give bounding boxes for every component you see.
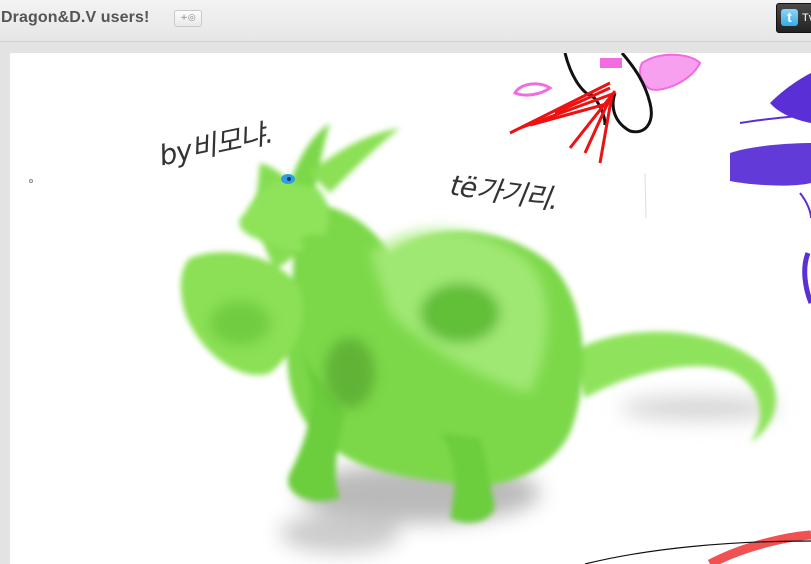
plus-one-button[interactable]: +◎	[174, 10, 202, 27]
page-title: Dragon&D.V users!	[1, 9, 150, 26]
purple-scribbles	[730, 73, 811, 304]
twitter-icon: t	[781, 9, 798, 26]
page-header: Dragon&D.V users! +◎ t Tv	[0, 0, 811, 42]
canvas-dot	[29, 179, 33, 183]
drawing-artwork	[180, 53, 811, 564]
twitter-button[interactable]: t Tv	[776, 3, 811, 33]
drawing-canvas[interactable]: by비모냐. të가기리.	[10, 53, 811, 564]
twitter-label: Tv	[802, 12, 811, 24]
red-stroke-bottom	[707, 530, 811, 564]
dragon-tail	[570, 331, 777, 443]
